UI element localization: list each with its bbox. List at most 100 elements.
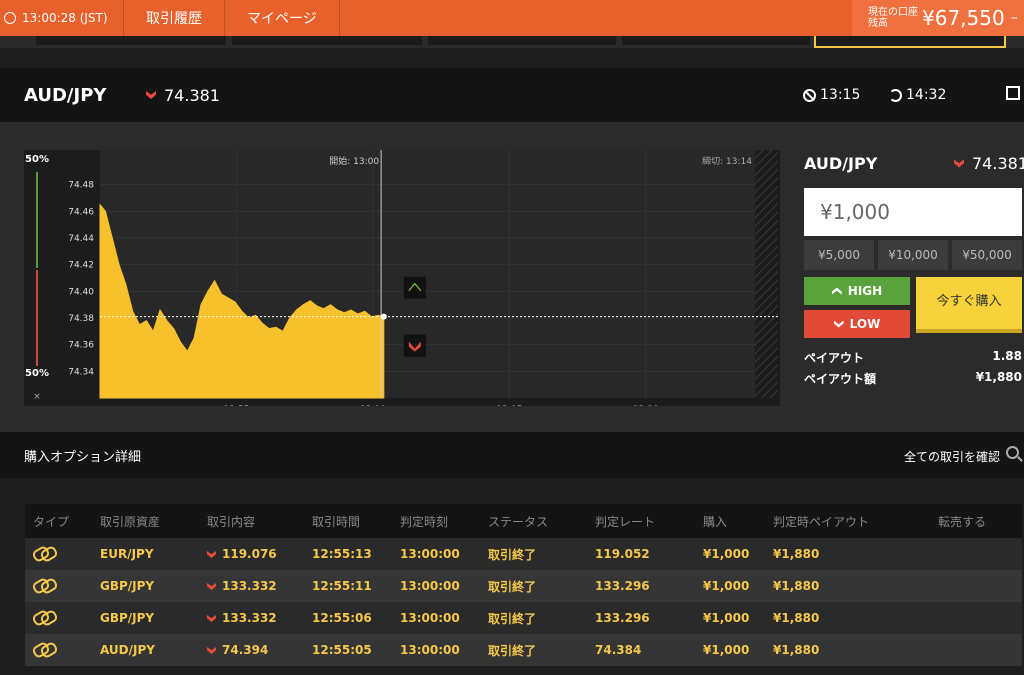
judge-rate-cell: 119.052 [587,538,695,570]
down-arrow-icon [146,91,156,99]
buy-cell: ¥1,000 [695,538,765,570]
payout-cell: ¥1,880 [765,602,930,634]
gauge-bottom-percent: 50% [25,368,49,379]
resell-cell [930,634,1022,666]
asset-tab[interactable] [428,36,616,45]
x-tick-label: 13:05 [496,405,522,406]
details-header: 購入オプション詳細 全ての取引を確認 [0,432,1024,478]
end-label: 締切: 13:14 [702,155,752,167]
content-value: 133.332 [222,579,277,593]
asset-cell: GBP/JPY [92,570,199,602]
judge-time-cell: 13:00:00 [392,634,480,666]
y-tick-label: 74.38 [68,314,94,324]
asset-tab[interactable] [232,36,422,45]
account-balance: 現在の口座残高 ¥67,550 – [852,0,1024,36]
down-arrow-icon [833,320,844,328]
no-entry-icon [803,88,816,102]
col-payout: 判定時ペイアウト [765,504,930,538]
table-row[interactable]: EUR/JPY 119.076 12:55:13 13:00:00 取引終了 1… [25,538,1022,570]
low-button[interactable]: LOW [804,310,910,338]
content-cell: 74.394 [199,634,304,666]
judge-rate-cell: 133.296 [587,570,695,602]
x-tick-label: 13:00 [360,405,386,406]
payout-row: ペイアウト 1.88 [804,349,1022,366]
buy-now-button[interactable]: 今すぐ購入 [916,277,1022,333]
balance-label: 現在の口座残高 [868,7,918,29]
status-cell: 取引終了 [480,634,587,666]
amount-input[interactable]: ¥1,000 [804,188,1022,236]
type-cell [25,538,92,570]
panel-rate: 74.381 [954,154,1024,173]
down-arrow-icon [207,647,216,654]
asset-cell: AUD/JPY [92,634,199,666]
price-chart-svg: 74.48 74.46 74.44 74.42 74.40 74.38 74.36 74.34… [68,150,778,406]
quick-amount-5000[interactable]: ¥5,000 [804,240,874,270]
content-value: 119.076 [222,547,277,561]
search-icon[interactable] [1006,446,1019,459]
cutoff-time: 13:15 [803,87,860,103]
link-icon [33,611,55,623]
down-arrow-icon [207,583,216,590]
type-cell [25,634,92,666]
y-tick-label: 74.34 [68,367,94,377]
payout-cell: ¥1,880 [765,570,930,602]
type-cell [25,602,92,634]
col-time: 取引時間 [304,504,392,538]
payout-cell: ¥1,880 [765,538,930,570]
table-header-row: タイプ 取引原資産 取引内容 取引時間 判定時刻 ステータス 判定レート 購入 … [25,504,1022,538]
clock-text: 13:00:28 (JST) [22,11,108,25]
history-icon [889,88,902,102]
col-asset: 取引原資産 [92,504,199,538]
view-all-trades-link[interactable]: 全ての取引を確認 [904,448,1000,465]
time-cell: 12:55:06 [304,602,392,634]
low-label: LOW [849,317,881,331]
low-marker [403,334,426,357]
balance-amount: ¥67,550 [922,6,1005,30]
payout-cell: ¥1,880 [765,634,930,666]
payout-amount-label: ペイアウト額 [804,372,877,386]
asset-tab[interactable] [622,36,810,45]
judge-time-cell: 13:00:00 [392,570,480,602]
gauge-high-bar [36,172,38,268]
time-cell: 12:55:11 [304,570,392,602]
expand-icon[interactable] [1006,86,1020,100]
server-clock: 13:00:28 (JST) [0,0,124,36]
gauge-top-percent: 50% [25,154,49,165]
down-arrow-icon [954,159,964,168]
table-row[interactable]: AUD/JPY 74.394 12:55:05 13:00:00 取引終了 74… [25,634,1022,666]
link-icon [33,643,55,655]
balance-toggle[interactable]: – [1011,10,1018,26]
high-label: HIGH [847,284,883,298]
asset-tabs [0,36,1024,48]
asset-tab-selected[interactable] [814,36,1006,48]
asset-tab[interactable] [36,36,226,45]
content-value: 133.332 [222,611,277,625]
payout-amount-value: ¥1,880 [975,370,1022,384]
high-button[interactable]: HIGH [804,277,910,305]
table-row[interactable]: GBP/JPY 133.332 12:55:11 13:00:00 取引終了 1… [25,570,1022,602]
time-cell: 12:55:13 [304,538,392,570]
closed-area [755,150,778,398]
resell-cell [930,538,1022,570]
high-marker [403,276,426,299]
close-icon[interactable]: × [24,392,50,402]
content-cell: 133.332 [199,570,304,602]
asset-cell: EUR/JPY [92,538,199,570]
quick-amount-10000[interactable]: ¥10,000 [878,240,948,270]
judge-rate-cell: 133.296 [587,602,695,634]
status-cell: 取引終了 [480,602,587,634]
asset-symbol: AUD/JPY [24,84,107,106]
table-row[interactable]: GBP/JPY 133.332 12:55:06 13:00:00 取引終了 1… [25,602,1022,634]
payout-value: 1.88 [992,349,1022,363]
y-tick-label: 74.48 [68,181,94,191]
nav-trade-history[interactable]: 取引履歴 [124,0,225,36]
up-arrow-icon [831,287,842,295]
nav-my-page[interactable]: マイページ [225,0,340,36]
payout-label: ペイアウト [804,351,865,365]
judge-time-cell: 13:00:00 [392,602,480,634]
link-icon [33,547,55,559]
quick-amount-50000[interactable]: ¥50,000 [952,240,1022,270]
col-status: ステータス [480,504,587,538]
down-arrow-icon [207,615,216,622]
y-tick-label: 74.46 [68,207,94,217]
